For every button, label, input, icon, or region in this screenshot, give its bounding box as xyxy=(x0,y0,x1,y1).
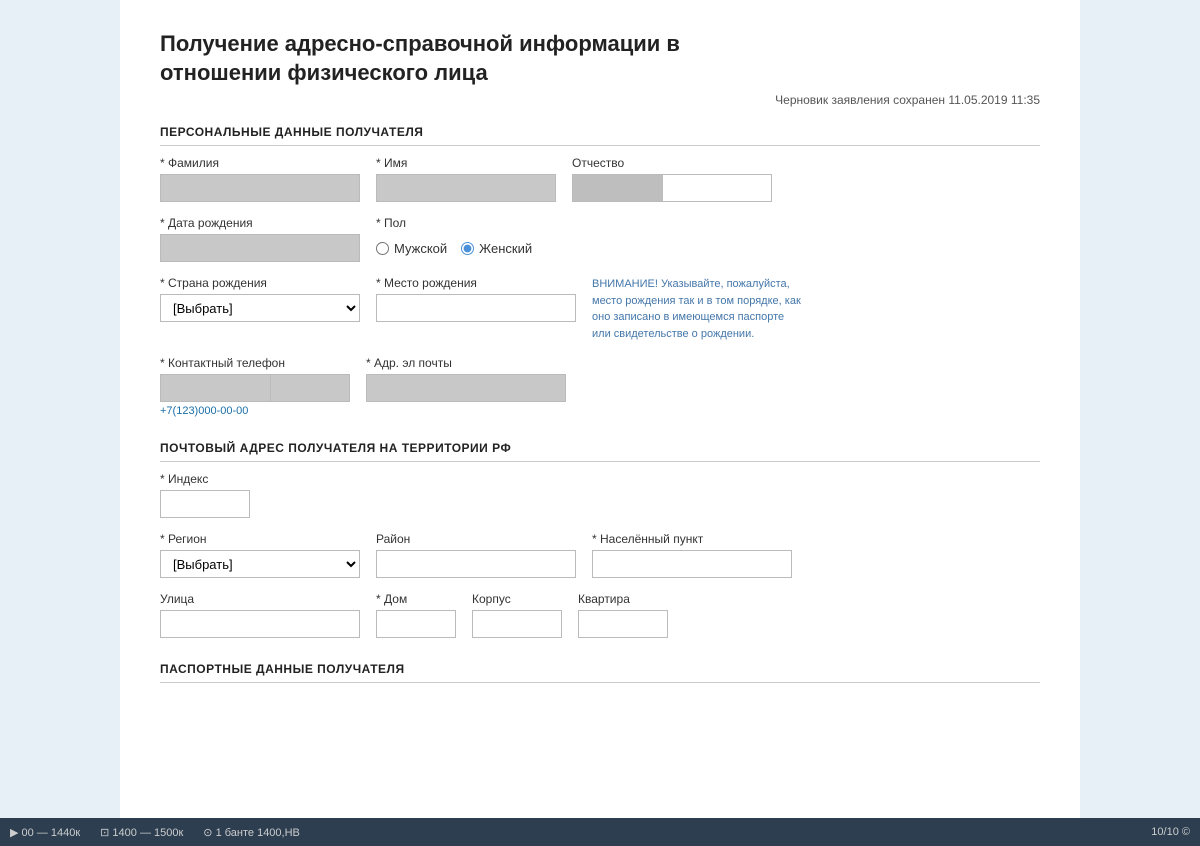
last-name-label: * Фамилия xyxy=(160,156,360,170)
patronymic-input[interactable] xyxy=(662,174,772,202)
index-group: * Индекс xyxy=(160,472,250,518)
contact-row: * Контактный телефон +7(123)000-00-00 * … xyxy=(160,356,1040,417)
building-label: Корпус xyxy=(472,592,562,606)
bottom-bar: ▶ 00 — 1440к ⊡ 1400 — 1500к ⊙ 1 банте 14… xyxy=(0,818,1200,846)
birth-gender-row: * Дата рождения * Пол Мужской Женский xyxy=(160,216,1040,262)
patronymic-group: Отчество xyxy=(572,156,772,202)
apartment-group: Квартира xyxy=(578,592,668,638)
birth-place-row: * Страна рождения [Выбрать] * Место рожд… xyxy=(160,276,1040,342)
phone-group: * Контактный телефон +7(123)000-00-00 xyxy=(160,356,350,417)
street-group: Улица xyxy=(160,592,360,638)
first-name-label: * Имя xyxy=(376,156,556,170)
birth-place-input[interactable] xyxy=(376,294,576,322)
region-select[interactable]: [Выбрать] xyxy=(160,550,360,578)
birth-date-input[interactable] xyxy=(160,234,360,262)
house-input[interactable] xyxy=(376,610,456,638)
page-title: Получение адресно-справочной информации … xyxy=(160,30,1040,87)
passport-section-title: ПАСПОРТНЫЕ ДАННЫЕ ПОЛУЧАТЕЛЯ xyxy=(160,662,1040,683)
index-label: * Индекс xyxy=(160,472,250,486)
bottom-bar-item4: 10/10 © xyxy=(1151,826,1190,838)
draft-saved-status: Черновик заявления сохранен 11.05.2019 1… xyxy=(160,93,1040,107)
gender-group: * Пол Мужской Женский xyxy=(376,216,532,262)
building-group: Корпус xyxy=(472,592,562,638)
gender-male-radio[interactable] xyxy=(376,242,389,255)
phone-prefix-filled xyxy=(160,374,270,402)
street-label: Улица xyxy=(160,592,360,606)
region-label: * Регион xyxy=(160,532,360,546)
settlement-group: * Населённый пункт xyxy=(592,532,792,578)
personal-section-title: ПЕРСОНАЛЬНЫЕ ДАННЫЕ ПОЛУЧАТЕЛЯ xyxy=(160,125,1040,146)
house-group: * Дом xyxy=(376,592,456,638)
apartment-label: Квартира xyxy=(578,592,668,606)
page-wrapper: Получение адресно-справочной информации … xyxy=(120,0,1080,846)
house-label: * Дом xyxy=(376,592,456,606)
building-input[interactable] xyxy=(472,610,562,638)
email-input[interactable] xyxy=(366,374,566,402)
bottom-bar-item3: ⊙ 1 банте 1400,НВ xyxy=(203,826,300,839)
personal-data-section: ПЕРСОНАЛЬНЫЕ ДАННЫЕ ПОЛУЧАТЕЛЯ * Фамилия… xyxy=(160,125,1040,417)
region-row: * Регион [Выбрать] Район * Населённый пу… xyxy=(160,532,1040,578)
region-group: * Регион [Выбрать] xyxy=(160,532,360,578)
birth-date-group: * Дата рождения xyxy=(160,216,360,262)
gender-female-label: Женский xyxy=(479,241,532,256)
district-input[interactable] xyxy=(376,550,576,578)
birth-country-group: * Страна рождения [Выбрать] xyxy=(160,276,360,322)
gender-male-option[interactable]: Мужской xyxy=(376,241,447,256)
last-name-input[interactable] xyxy=(160,174,360,202)
bottom-bar-item1: ▶ 00 — 1440к xyxy=(10,826,80,839)
first-name-group: * Имя xyxy=(376,156,556,202)
index-row: * Индекс xyxy=(160,472,1040,518)
gender-radio-group: Мужской Женский xyxy=(376,234,532,262)
patronymic-filled-part xyxy=(572,174,662,202)
gender-female-option[interactable]: Женский xyxy=(461,241,532,256)
birth-country-label: * Страна рождения xyxy=(160,276,360,290)
birth-place-label: * Место рождения xyxy=(376,276,576,290)
district-group: Район xyxy=(376,532,576,578)
gender-label: * Пол xyxy=(376,216,532,230)
settlement-input[interactable] xyxy=(592,550,792,578)
gender-male-label: Мужской xyxy=(394,241,447,256)
birth-country-select[interactable]: [Выбрать] xyxy=(160,294,360,322)
birth-place-notice: ВНИМАНИЕ! Указывайте, пожалуйста, место … xyxy=(592,276,802,342)
address-section-title: ПОЧТОВЫЙ АДРЕС ПОЛУЧАТЕЛЯ НА ТЕРРИТОРИИ … xyxy=(160,441,1040,462)
last-name-group: * Фамилия xyxy=(160,156,360,202)
address-section: ПОЧТОВЫЙ АДРЕС ПОЛУЧАТЕЛЯ НА ТЕРРИТОРИИ … xyxy=(160,441,1040,638)
district-label: Район xyxy=(376,532,576,546)
phone-label: * Контактный телефон xyxy=(160,356,350,370)
phone-suffix-input[interactable] xyxy=(270,374,350,402)
email-group: * Адр. эл почты xyxy=(366,356,566,402)
index-input[interactable] xyxy=(160,490,250,518)
apartment-input[interactable] xyxy=(578,610,668,638)
street-row: Улица * Дом Корпус Квартира xyxy=(160,592,1040,638)
gender-female-radio[interactable] xyxy=(461,242,474,255)
birth-date-label: * Дата рождения xyxy=(160,216,360,230)
passport-section: ПАСПОРТНЫЕ ДАННЫЕ ПОЛУЧАТЕЛЯ xyxy=(160,662,1040,683)
phone-hint: +7(123)000-00-00 xyxy=(160,405,350,417)
bottom-bar-item2: ⊡ 1400 — 1500к xyxy=(100,826,183,839)
first-name-input[interactable] xyxy=(376,174,556,202)
birth-place-group: * Место рождения xyxy=(376,276,576,322)
patronymic-label: Отчество xyxy=(572,156,772,170)
street-input[interactable] xyxy=(160,610,360,638)
email-label: * Адр. эл почты xyxy=(366,356,566,370)
fio-row: * Фамилия * Имя Отчество xyxy=(160,156,1040,202)
settlement-label: * Населённый пункт xyxy=(592,532,792,546)
phone-input-wrapper xyxy=(160,374,350,402)
